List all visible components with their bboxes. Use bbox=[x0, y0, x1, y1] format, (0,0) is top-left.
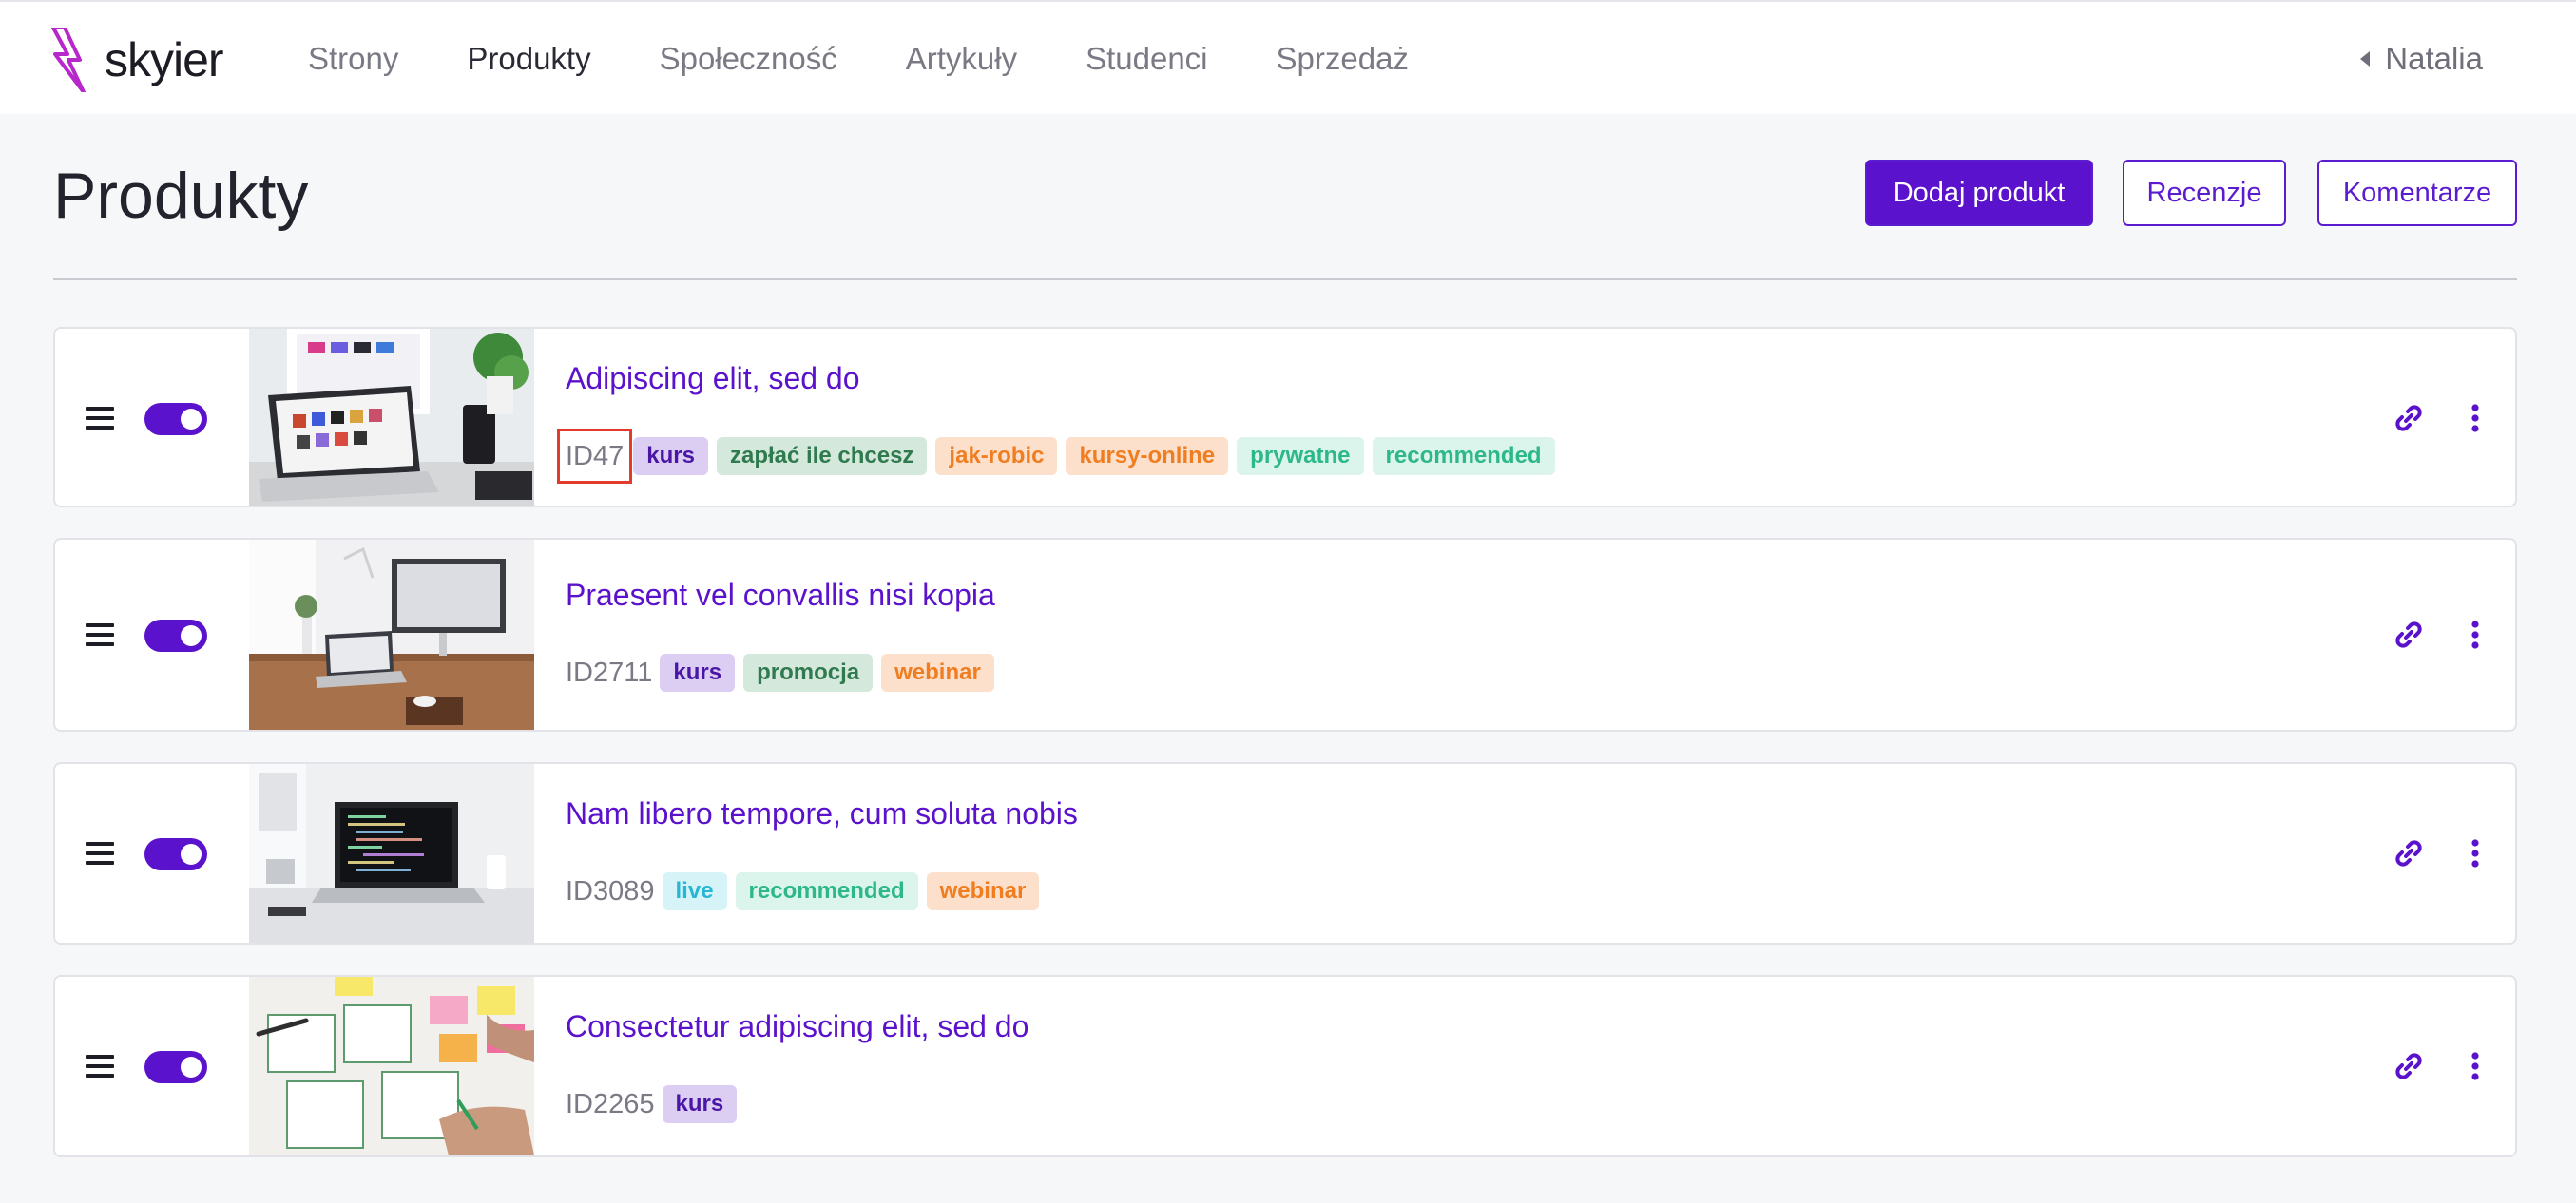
product-row: Adipiscing elit, sed do ID47 kurs zapłać… bbox=[53, 327, 2517, 507]
product-meta: ID3089 live recommended webinar bbox=[566, 872, 1048, 910]
product-tag[interactable]: kurs bbox=[662, 1085, 738, 1123]
product-tag[interactable]: promocja bbox=[743, 654, 874, 692]
product-toggle[interactable] bbox=[144, 838, 207, 870]
product-title-link[interactable]: Praesent vel convallis nisi kopia bbox=[566, 576, 995, 614]
top-navigation-bar: skyier Strony Produkty Społeczność Artyk… bbox=[0, 0, 2576, 114]
product-toggle[interactable] bbox=[144, 620, 207, 652]
product-tag[interactable]: webinar bbox=[926, 872, 1040, 910]
product-row: Consectetur adipiscing elit, sed do ID22… bbox=[53, 975, 2517, 1157]
more-vertical-icon[interactable] bbox=[2456, 834, 2494, 872]
product-tag[interactable]: jak-robic bbox=[935, 437, 1058, 475]
product-tag[interactable]: prywatne bbox=[1237, 437, 1364, 475]
nav-item-spolecznosc[interactable]: Społeczność bbox=[660, 38, 837, 80]
product-thumbnail[interactable] bbox=[249, 977, 534, 1155]
product-title-link[interactable]: Nam libero tempore, cum soluta nobis bbox=[566, 794, 1078, 832]
product-toggle[interactable] bbox=[144, 1051, 207, 1083]
main-nav: Strony Produkty Społeczność Artykuły Stu… bbox=[308, 38, 1477, 80]
nav-item-sprzedaz[interactable]: Sprzedaż bbox=[1277, 38, 1409, 80]
code-laptop-image bbox=[249, 764, 534, 943]
product-id: ID47 bbox=[556, 429, 633, 484]
brand-name: skyier bbox=[105, 33, 224, 86]
product-tag[interactable]: webinar bbox=[881, 654, 994, 692]
product-row: Praesent vel convallis nisi kopia ID2711… bbox=[53, 538, 2517, 732]
add-product-button[interactable]: Dodaj produkt bbox=[1865, 160, 2093, 226]
caret-left-icon bbox=[2360, 51, 2371, 67]
link-icon[interactable] bbox=[2390, 616, 2428, 654]
product-id: ID2265 bbox=[566, 1089, 655, 1119]
product-id: ID3089 bbox=[566, 876, 655, 907]
product-meta: ID47 kurs zapłać ile chcesz jak-robic ku… bbox=[556, 429, 1564, 484]
product-toggle[interactable] bbox=[144, 403, 207, 435]
brand-logo[interactable]: skyier bbox=[51, 27, 224, 93]
reviews-button[interactable]: Recenzje bbox=[2123, 160, 2286, 226]
user-name: Natalia bbox=[2385, 41, 2483, 76]
product-tag[interactable]: live bbox=[662, 872, 727, 910]
product-tag[interactable]: zapłać ile chcesz bbox=[716, 437, 928, 475]
drag-handle-icon[interactable] bbox=[86, 623, 114, 646]
wireframe-sketch-image bbox=[249, 977, 534, 1155]
product-thumbnail[interactable] bbox=[249, 764, 534, 943]
nav-item-studenci[interactable]: Studenci bbox=[1086, 38, 1207, 80]
page-title: Produkty bbox=[53, 160, 309, 232]
nav-item-produkty[interactable]: Produkty bbox=[467, 38, 590, 80]
product-thumbnail[interactable] bbox=[249, 540, 534, 730]
product-title-link[interactable]: Consectetur adipiscing elit, sed do bbox=[566, 1007, 1028, 1045]
user-menu[interactable]: Natalia bbox=[2360, 38, 2483, 80]
laptop-desk-image bbox=[249, 329, 534, 506]
workspace-image bbox=[249, 540, 534, 730]
link-icon[interactable] bbox=[2390, 399, 2428, 437]
nav-item-strony[interactable]: Strony bbox=[308, 38, 398, 80]
product-thumbnail[interactable] bbox=[249, 329, 534, 506]
product-meta: ID2711 kurs promocja webinar bbox=[566, 654, 1003, 692]
lightning-logo-icon bbox=[51, 28, 86, 92]
drag-handle-icon[interactable] bbox=[86, 1055, 114, 1078]
link-icon[interactable] bbox=[2390, 834, 2428, 872]
nav-item-artykuly[interactable]: Artykuły bbox=[906, 38, 1017, 80]
product-tag[interactable]: kurs bbox=[660, 654, 736, 692]
product-tag[interactable]: kurs bbox=[633, 437, 708, 475]
drag-handle-icon[interactable] bbox=[86, 407, 114, 430]
product-tag[interactable]: kursy-online bbox=[1066, 437, 1229, 475]
link-icon[interactable] bbox=[2390, 1047, 2428, 1085]
product-title-link[interactable]: Adipiscing elit, sed do bbox=[566, 359, 860, 397]
more-vertical-icon[interactable] bbox=[2456, 399, 2494, 437]
product-row: Nam libero tempore, cum soluta nobis ID3… bbox=[53, 762, 2517, 945]
product-tag[interactable]: recommended bbox=[1372, 437, 1555, 475]
drag-handle-icon[interactable] bbox=[86, 842, 114, 865]
product-tag[interactable]: recommended bbox=[735, 872, 918, 910]
comments-button[interactable]: Komentarze bbox=[2317, 160, 2517, 226]
more-vertical-icon[interactable] bbox=[2456, 616, 2494, 654]
more-vertical-icon[interactable] bbox=[2456, 1047, 2494, 1085]
product-meta: ID2265 kurs bbox=[566, 1085, 745, 1123]
header-divider bbox=[53, 278, 2517, 280]
product-id: ID2711 bbox=[566, 658, 653, 688]
